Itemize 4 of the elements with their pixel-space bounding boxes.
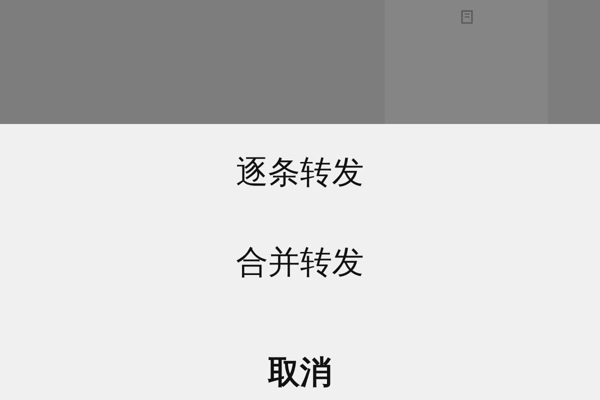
menu-option[interactable]: 逐条转发 xyxy=(226,150,374,194)
document-icon xyxy=(460,10,472,24)
menu-option[interactable]: 合并转发 xyxy=(226,240,374,284)
cancel-button[interactable]: 取消 xyxy=(258,350,342,394)
